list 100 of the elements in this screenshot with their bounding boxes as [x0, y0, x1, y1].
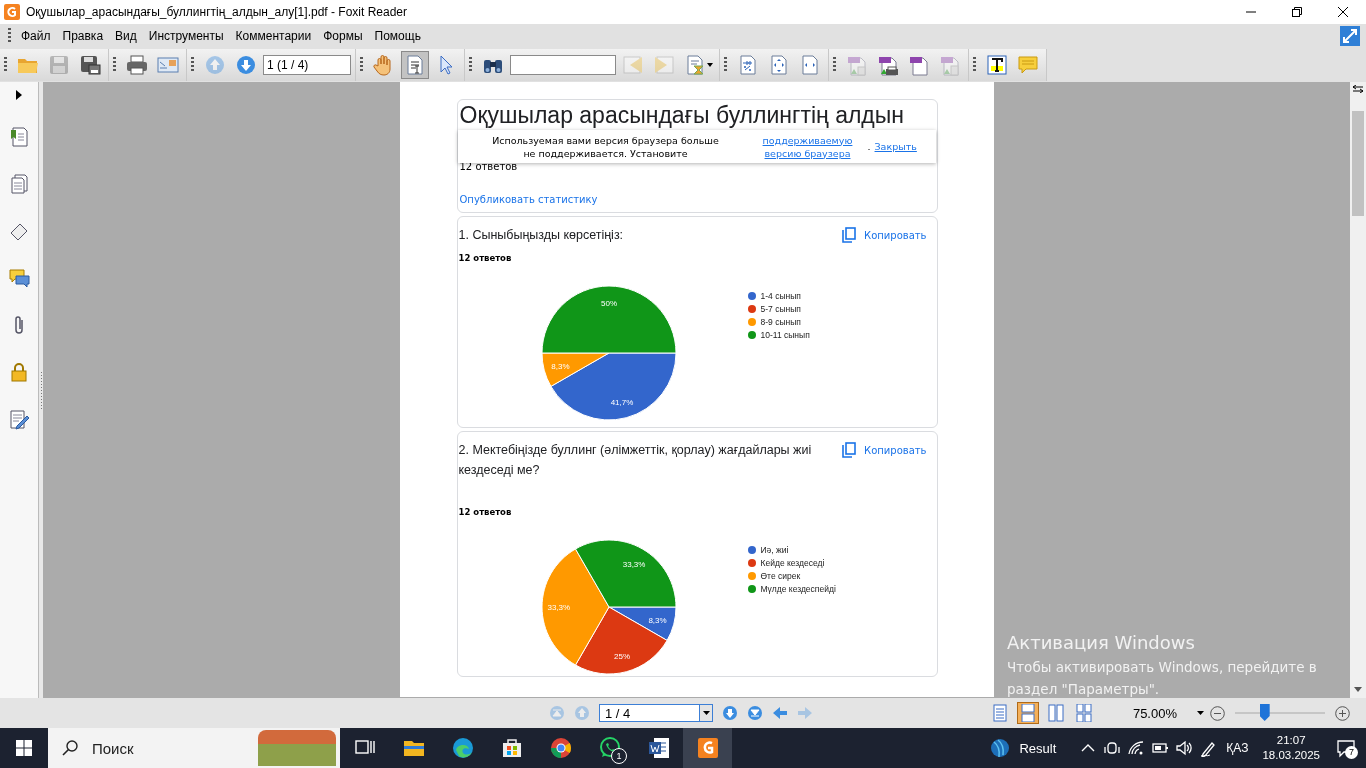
slider-thumb[interactable]	[1259, 704, 1270, 721]
select-text-button[interactable]	[401, 51, 429, 79]
separator-text: .	[867, 141, 871, 152]
pen-document-icon	[8, 408, 30, 430]
activation-text: Чтобы активировать Windows, перейдите в раздел "Параметры".	[1007, 658, 1317, 699]
comments-button[interactable]	[7, 266, 31, 290]
cricket-ball-icon	[989, 737, 1012, 759]
zoom-dropdown-button[interactable]	[1197, 711, 1204, 715]
caret-icon	[1197, 711, 1204, 715]
fullscreen-button[interactable]	[1340, 26, 1360, 46]
form-title: Оқушылар арасындағы буллингтің алдын	[459, 101, 905, 129]
pages-icon	[8, 173, 30, 195]
copy-button[interactable]: Копировать	[842, 440, 927, 458]
legend-label: Өте сирек	[760, 571, 801, 581]
document-percent-icon	[737, 54, 759, 76]
grip-handle[interactable]	[191, 57, 194, 73]
slice-label: 8,3%	[550, 362, 569, 371]
page-dropdown-button[interactable]	[699, 704, 713, 722]
copy-icon	[842, 442, 857, 458]
search-field[interactable]	[510, 55, 616, 75]
document-arrows-icon	[768, 54, 790, 76]
speaker-icon	[1175, 739, 1194, 757]
vertical-scrollbar[interactable]	[1350, 82, 1366, 698]
page-number-field[interactable]: 1 / 4	[599, 704, 699, 722]
notifications-button[interactable]: 7	[1326, 728, 1366, 768]
down-arrow-circle-icon	[235, 54, 257, 76]
pdf-clipboard-icon	[939, 54, 961, 76]
grip-handle[interactable]	[973, 57, 976, 73]
browser-link[interactable]: поддерживаемую версию браузера	[757, 133, 858, 160]
menu-item[interactable]: Инструменты	[142, 25, 230, 47]
speech-bubble-icon	[1336, 738, 1356, 758]
minus-circle-icon	[1210, 705, 1225, 721]
question-title: 1. Сыныбыңызды көрсетіңіз:	[458, 227, 625, 244]
slice-label: 33,3%	[622, 559, 645, 569]
signatures-button[interactable]	[7, 407, 31, 431]
document-horizontal-arrows-icon	[799, 54, 821, 76]
menu-item[interactable]: Комментарии	[229, 25, 318, 47]
response-count: 12 ответов	[458, 507, 513, 517]
right-triangle-icon	[16, 90, 22, 100]
zoom-value: 75.00%	[1132, 705, 1177, 721]
zoom-in-button[interactable]	[1335, 705, 1350, 721]
text-select-icon	[404, 54, 426, 76]
pdf-document-icon	[908, 54, 930, 76]
left-arrow-icon	[772, 705, 788, 721]
restore-icon	[1292, 7, 1302, 17]
next-page-button[interactable]	[722, 705, 738, 721]
continuous-page-button[interactable]	[1016, 702, 1039, 724]
legend-label: 5-7 сынып	[760, 304, 801, 314]
legend-label: 1-4 сынып	[760, 291, 801, 301]
foxit-reader-button[interactable]	[683, 728, 732, 768]
slice-label: 50%	[600, 298, 617, 308]
pdf-printer-icon	[877, 54, 899, 76]
grip-handle[interactable]	[113, 57, 116, 73]
continuous-pages-icon	[1018, 704, 1037, 722]
copy-icon	[842, 227, 857, 243]
printer-icon	[126, 54, 148, 76]
weather-button[interactable]: Result	[989, 737, 1057, 759]
grip-handle[interactable]	[4, 57, 7, 73]
menu-item[interactable]: Помощь	[368, 25, 427, 47]
up-arrow-circle-icon	[574, 705, 590, 721]
last-page-button[interactable]	[747, 705, 763, 721]
response-count: 12 ответов	[458, 253, 513, 263]
down-caret-icon	[1354, 687, 1362, 692]
scroll-thumb[interactable]	[1352, 111, 1364, 216]
back-button[interactable]	[772, 705, 788, 721]
search-bar[interactable]: Поиск	[48, 728, 340, 768]
menu-item[interactable]: Файл	[15, 25, 57, 47]
grip-handle[interactable]	[360, 57, 363, 73]
splitter-handle[interactable]	[39, 82, 43, 698]
whatsapp-button[interactable]: 1	[585, 728, 634, 768]
close-icon	[1338, 7, 1348, 17]
split-arrows-icon	[1353, 85, 1363, 93]
warning-text: Используемая вами версия браузера больше не поддерживается. Установите	[491, 133, 720, 160]
activation-title: Активация Windows	[1007, 632, 1196, 654]
grip-handle[interactable]	[833, 57, 836, 73]
legend-label: 10-11 сынып	[760, 330, 810, 340]
zoom-out-button[interactable]	[1210, 705, 1225, 721]
grip-handle[interactable]	[469, 57, 472, 73]
page-number-field[interactable]: 1 (1 / 4)	[263, 55, 351, 75]
language-button[interactable]: ҚАЗ	[1226, 741, 1249, 755]
grip-handle[interactable]	[724, 57, 727, 73]
slice-label: 25%	[613, 651, 630, 661]
menu-item[interactable]: Формы	[317, 25, 369, 47]
padlock-icon	[8, 361, 30, 383]
grip-handle[interactable]	[8, 28, 11, 44]
question-title: 2. Мектебіңізде буллинг (әлімжеттік, қорлау) жағдайлары жиі кездеседі ме?	[458, 442, 813, 479]
word-document-icon	[646, 736, 671, 760]
pdf-upload-icon	[846, 54, 868, 76]
menu-item[interactable]: Правка	[56, 25, 110, 47]
search-field[interactable]: Поиск	[90, 738, 224, 758]
menu-item[interactable]: Вид	[109, 25, 143, 47]
chrome-icon	[548, 736, 573, 760]
search-icon	[62, 740, 78, 756]
clock-button[interactable]: 21:07 18.03.2025	[1256, 733, 1326, 763]
text-tool-icon	[986, 54, 1008, 76]
grid-pages-icon	[1074, 704, 1093, 722]
close-link[interactable]: Закрыть	[874, 141, 917, 152]
copy-button[interactable]: Копировать	[842, 225, 927, 243]
publish-link[interactable]: Опубликовать статистику	[459, 194, 935, 205]
wifi-icon	[1127, 739, 1146, 757]
